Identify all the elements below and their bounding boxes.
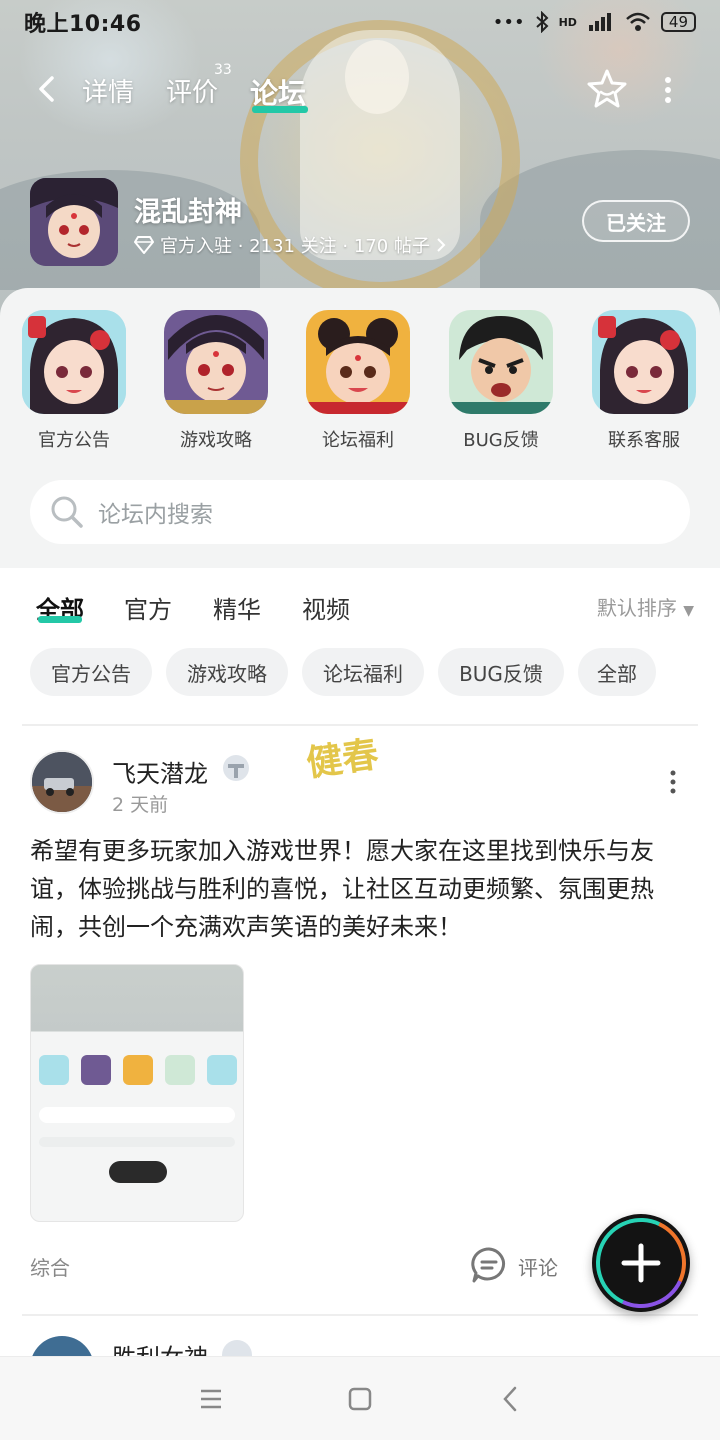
shortcut-customer-service[interactable]: 联系客服	[592, 310, 696, 452]
follow-button[interactable]: 已关注	[582, 200, 690, 242]
wifi-icon	[626, 12, 650, 31]
avatar[interactable]	[30, 750, 94, 814]
game-info: 混乱封神 官方入驻 · 2131 关注 · 170 帖子 已关注	[30, 178, 690, 268]
shortcut-bug-report[interactable]: BUG反馈	[449, 310, 553, 452]
watermark-text: 健春	[303, 734, 382, 785]
shortcut-forum-benefits-image	[306, 310, 410, 414]
battery-indicator: 49	[660, 12, 696, 32]
filter-tab-featured[interactable]: 精华	[213, 590, 261, 625]
signal-dots-icon: •••	[492, 11, 525, 33]
plus-icon	[621, 1243, 661, 1283]
thumb-icon	[165, 1055, 195, 1085]
game-avatar-art	[30, 178, 118, 266]
shortcut-label: 联系客服	[608, 430, 680, 451]
comment-icon[interactable]	[470, 1246, 508, 1284]
post-body: 希望有更多玩家加入游戏世界！愿大家在这里找到快乐与友谊，体验挑战与胜利的喜悦，让…	[30, 837, 654, 941]
post-more-icon[interactable]	[668, 770, 678, 794]
sort-label: 默认排序	[596, 596, 677, 620]
post-category[interactable]: 综合	[30, 1252, 70, 1281]
filter-tab-video[interactable]: 视频	[302, 590, 350, 625]
forum-header-banner: 晚上10:46 ••• HD 49 详情 评价 33 论坛 混乱封神 官方入驻 …	[0, 0, 720, 330]
recent-apps-icon[interactable]	[197, 1385, 225, 1413]
game-title: 混乱封神	[134, 197, 242, 228]
active-tab-indicator	[252, 106, 308, 113]
shortcut-game-guide-image	[164, 310, 268, 414]
shortcut-bug-report-image	[449, 310, 553, 414]
next-post-card[interactable]: 胜利女神	[0, 1316, 720, 1356]
shortcut-label: BUG反馈	[463, 430, 539, 451]
review-count-badge: 33	[214, 62, 232, 78]
chip-bug-report[interactable]: BUG反馈	[438, 648, 564, 696]
level-badge-icon	[223, 755, 249, 781]
more-options-icon[interactable]	[662, 74, 674, 106]
favorite-star-icon[interactable]	[586, 68, 628, 110]
cell-signal-icon	[588, 13, 611, 31]
chip-official-notice[interactable]: 官方公告	[30, 648, 152, 696]
caret-down-icon: ▼	[683, 603, 694, 619]
status-time: 晚上10:46	[24, 12, 142, 37]
thumb-icon	[207, 1055, 237, 1085]
forum-shortcuts-panel: 官方公告 游戏攻略 论坛福利 BUG反馈 联系客服 论坛内搜索	[0, 288, 720, 568]
shortcut-forum-benefits[interactable]: 论坛福利	[306, 310, 410, 452]
thumb-icon	[123, 1055, 153, 1085]
game-meta-text: 官方入驻 · 2131 关注 · 170 帖子	[160, 236, 430, 257]
status-bar: 晚上10:46 ••• HD 49	[0, 0, 720, 44]
tab-review[interactable]: 评价	[166, 72, 218, 109]
tab-detail[interactable]: 详情	[82, 72, 134, 109]
character-angry-man-icon	[449, 310, 553, 414]
character-girl-icon	[22, 310, 126, 414]
thumb-icon	[81, 1055, 111, 1085]
post-timestamp: 2 天前	[112, 794, 169, 816]
chip-game-guide[interactable]: 游戏攻略	[166, 648, 288, 696]
filter-active-indicator	[38, 616, 82, 623]
level-badge-icon	[222, 1340, 252, 1356]
search-icon	[51, 496, 83, 528]
shortcut-label: 官方公告	[38, 430, 110, 451]
comment-label[interactable]: 评论	[518, 1252, 558, 1281]
home-icon[interactable]	[346, 1385, 374, 1413]
thumbnail-icons	[39, 1055, 237, 1085]
thumb-search-bar	[39, 1107, 235, 1123]
character-warrior-icon	[164, 310, 268, 414]
game-meta[interactable]: 官方入驻 · 2131 关注 · 170 帖子	[134, 232, 446, 258]
character-nezha-icon	[306, 310, 410, 414]
chip-all[interactable]: 全部	[578, 648, 656, 696]
chevron-right-icon	[437, 238, 446, 252]
character-girl-icon	[592, 310, 696, 414]
back-nav-icon[interactable]	[497, 1385, 525, 1413]
filter-tab-official[interactable]: 官方	[124, 590, 172, 625]
forum-search-bar[interactable]: 论坛内搜索	[30, 480, 690, 544]
top-nav: 详情 评价 33 论坛	[0, 62, 720, 118]
thumb-toast	[109, 1161, 167, 1183]
chip-forum-benefits[interactable]: 论坛福利	[302, 648, 424, 696]
thumb-tabs	[39, 1137, 235, 1147]
system-navigation-bar	[0, 1356, 720, 1440]
shortcut-official-notice[interactable]: 官方公告	[22, 310, 126, 452]
status-icons: ••• HD 49	[493, 11, 696, 33]
next-post-username[interactable]: 胜利女神	[112, 1338, 208, 1356]
network-label: HD	[558, 15, 577, 29]
bluetooth-icon	[535, 11, 549, 33]
shortcut-label: 论坛福利	[322, 430, 394, 451]
diamond-verified-icon	[134, 236, 154, 254]
post-filters: 全部 官方 精华 视频 默认排序 ▼ 官方公告 游戏攻略 论坛福利 BUG反馈 …	[0, 568, 720, 728]
shortcut-game-guide[interactable]: 游戏攻略	[164, 310, 268, 452]
shortcut-label: 游戏攻略	[180, 430, 252, 451]
divider	[22, 1314, 698, 1316]
post-image-screenshot[interactable]	[30, 964, 244, 1222]
sort-dropdown[interactable]: 默认排序 ▼	[597, 592, 694, 621]
back-arrow-icon[interactable]	[34, 76, 60, 102]
search-placeholder: 论坛内搜索	[98, 502, 213, 528]
game-avatar[interactable]	[30, 178, 118, 266]
divider	[22, 724, 698, 726]
avatar-image	[32, 752, 92, 812]
post-username[interactable]: 飞天潜龙	[112, 754, 208, 789]
shortcut-official-notice-image	[22, 310, 126, 414]
thumb-icon	[39, 1055, 69, 1085]
shortcut-customer-service-image	[592, 310, 696, 414]
create-post-button[interactable]	[583, 1205, 699, 1321]
avatar[interactable]	[30, 1336, 94, 1356]
